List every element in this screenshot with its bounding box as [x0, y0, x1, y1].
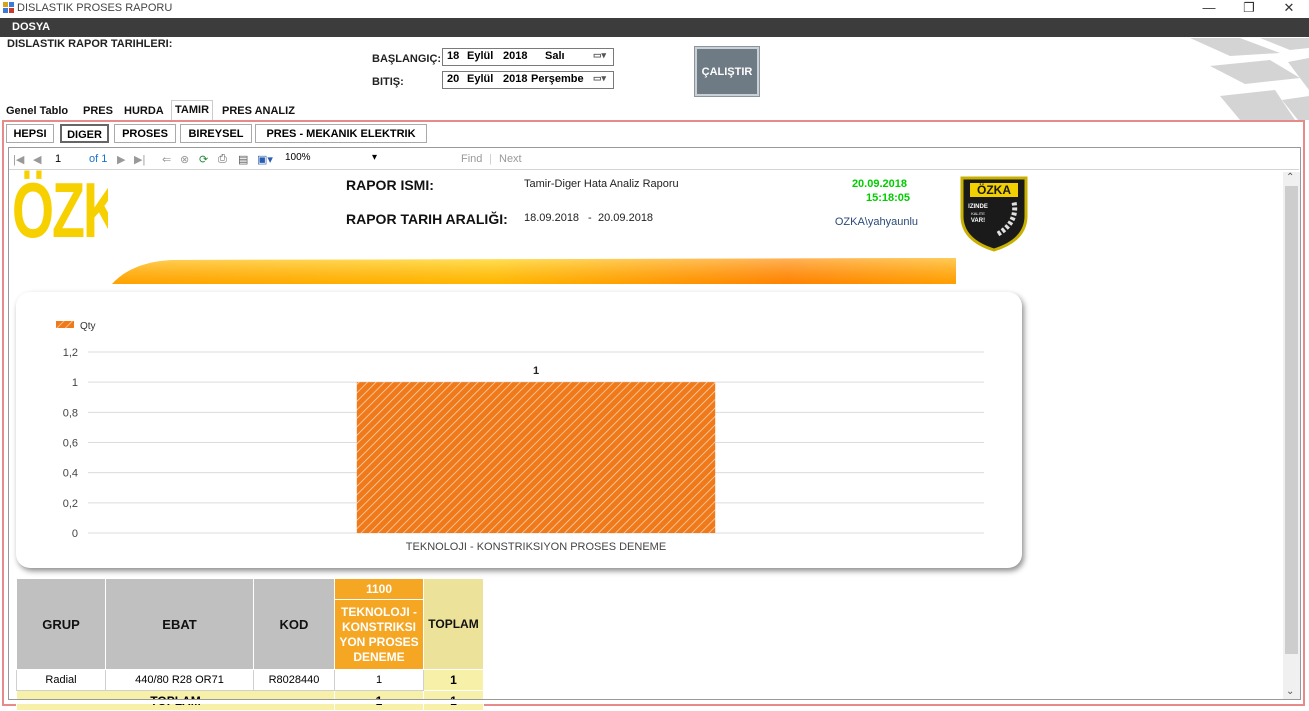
y-tick-label: 1,2	[63, 347, 78, 359]
y-tick-label: 0,4	[63, 468, 78, 480]
close-button[interactable]: ✕	[1269, 0, 1309, 17]
zoom-select[interactable]: 100% ▾	[285, 152, 385, 167]
app-icon	[3, 2, 14, 13]
cell-ebat: 440/80 R28 OR71	[105, 669, 254, 691]
qty-bar-chart: 0 0,2 0,4 0,6 0,8 1 1,2 1 TEKNOLOJI - KONSTRIKS…	[56, 321, 984, 553]
y-tick-label: 0,8	[63, 407, 78, 419]
subtab-diger[interactable]: DIGER	[60, 124, 109, 143]
report-name-value: Tamir-Diger Hata Analiz Raporu	[524, 178, 679, 190]
legend-label: Qty	[80, 321, 96, 332]
col-header-category: TEKNOLOJI - KONSTRIKSI YON PROSES DENEME	[334, 599, 424, 670]
badge-line-2: KALITE	[971, 211, 985, 216]
last-page-icon[interactable]: ▶|	[134, 153, 145, 166]
subtab-pres-mekanik-elektrik[interactable]: PRES - MEKANIK ELEKTRIK	[255, 124, 427, 143]
col-header-toplam: TOPLAM	[423, 578, 484, 670]
start-date-label: BAŞLANGIÇ:	[372, 53, 442, 65]
badge-brand-text: ÖZKA	[977, 182, 1011, 197]
menu-file[interactable]: DOSYA	[12, 21, 50, 33]
col-header-code: 1100	[334, 577, 424, 601]
start-year: 2018	[503, 50, 528, 62]
find-link[interactable]: Find	[461, 153, 482, 165]
tire-tread-graphic	[1190, 38, 1309, 120]
report-name-label: RAPOR ISMI:	[346, 177, 434, 193]
end-weekday: Perşembe	[531, 73, 584, 85]
subtab-hepsi[interactable]: HEPSI	[6, 124, 54, 143]
ozka-logo: ÖZKA	[12, 170, 108, 250]
print-date: 20.09.2018	[851, 178, 907, 190]
col-header-kod: KOD	[253, 578, 335, 670]
report-range-label: RAPOR TARIH ARALIĞI:	[346, 211, 508, 227]
calendar-dropdown-icon[interactable]: ▭▾	[593, 50, 611, 62]
tab-tamir[interactable]: TAMIR	[171, 100, 214, 120]
start-month: Eylül	[467, 50, 494, 62]
col-header-grup: GRUP	[16, 578, 106, 670]
subtab-proses[interactable]: PROSES	[114, 124, 176, 143]
print-time: 15:18:05	[865, 192, 910, 204]
legend-swatch	[56, 321, 74, 328]
maximize-button[interactable]: ❐	[1229, 0, 1269, 17]
page-count: of 1	[89, 153, 108, 165]
back-icon[interactable]: ⇐	[162, 153, 171, 166]
menu-bar: DOSYA	[0, 18, 1309, 37]
cell-toplam: 1	[423, 669, 484, 691]
page-number-input[interactable]: 1	[55, 153, 61, 165]
end-date-label: BITIŞ:	[372, 76, 404, 88]
start-day: 18	[447, 50, 460, 62]
orange-banner	[112, 258, 956, 284]
start-weekday: Salı	[545, 50, 565, 62]
calendar-dropdown-icon[interactable]: ▭▾	[593, 73, 611, 85]
zoom-value: 100%	[285, 152, 311, 163]
tab-genel-tablo[interactable]: Genel Tablo	[3, 102, 71, 119]
cell-kod: R8028440	[253, 669, 335, 691]
title-bar: DISLASTIK PROSES RAPORU — ❐ ✕	[0, 0, 1309, 17]
end-year: 2018	[503, 73, 528, 85]
print-icon[interactable]: ⎙	[218, 153, 227, 166]
bar	[356, 382, 716, 533]
scroll-up-icon[interactable]: ⌃	[1286, 172, 1294, 183]
ozka-badge-logo: ÖZKA IZINDE KALITE VAR!	[960, 176, 1028, 252]
scrollbar-thumb[interactable]	[1285, 186, 1298, 654]
scroll-down-icon[interactable]: ⌄	[1286, 686, 1294, 697]
print-layout-icon[interactable]: ▤	[238, 153, 248, 166]
badge-line-1: IZINDE	[968, 204, 988, 210]
col-header-ebat: EBAT	[105, 578, 254, 670]
start-date-picker[interactable]: 18 Eylül 2018 Salı ▭▾	[442, 48, 614, 66]
next-page-icon[interactable]: ▶	[117, 153, 125, 166]
window-title: DISLASTIK PROSES RAPORU	[17, 2, 173, 14]
end-day: 20	[447, 73, 460, 85]
chevron-down-icon: ▾	[371, 152, 377, 163]
export-icon[interactable]: ▣▾	[257, 153, 273, 166]
end-month: Eylül	[467, 73, 494, 85]
badge-line-3: VAR!	[971, 218, 985, 224]
x-tick-label: TEKNOLOJI - KONSTRIKSIYON PROSES DENEME	[406, 541, 666, 553]
report-range-end: 20.09.2018	[598, 212, 654, 224]
first-page-icon[interactable]: |◀	[13, 153, 24, 166]
run-button[interactable]: ÇALIŞTIR	[695, 47, 759, 96]
stop-icon[interactable]: ⊗	[180, 153, 189, 166]
y-tick-label: 1	[72, 377, 78, 389]
y-tick-label: 0,2	[63, 498, 78, 510]
next-link[interactable]: Next	[499, 153, 522, 165]
tab-hurda[interactable]: HURDA	[121, 102, 167, 119]
y-tick-label: 0	[72, 528, 78, 540]
minimize-button[interactable]: —	[1189, 0, 1229, 17]
report-dates-label: DISLASTIK RAPOR TARIHLERI:	[7, 38, 173, 50]
report-range-separator: -	[588, 212, 592, 224]
print-user: OZKA\yahyaunlu	[834, 216, 918, 228]
cell-grup: Radial	[16, 669, 106, 691]
data-label: 1	[533, 365, 539, 377]
data-table: GRUP EBAT KOD 1100 TOPLAM TEKNOLOJI - KO…	[16, 577, 484, 711]
tab-pres[interactable]: PRES	[80, 102, 116, 119]
previous-page-icon[interactable]: ◀	[33, 153, 41, 166]
y-tick-label: 0,6	[63, 438, 78, 450]
subtab-bireysel[interactable]: BIREYSEL	[180, 124, 252, 143]
tab-pres-analiz[interactable]: PRES ANALIZ	[219, 102, 298, 119]
end-date-picker[interactable]: 20 Eylül 2018 Perşembe ▭▾	[442, 71, 614, 89]
report-range-start: 18.09.2018	[524, 212, 580, 224]
refresh-icon[interactable]: ⟳	[199, 153, 208, 166]
cell-value: 1	[334, 669, 424, 691]
